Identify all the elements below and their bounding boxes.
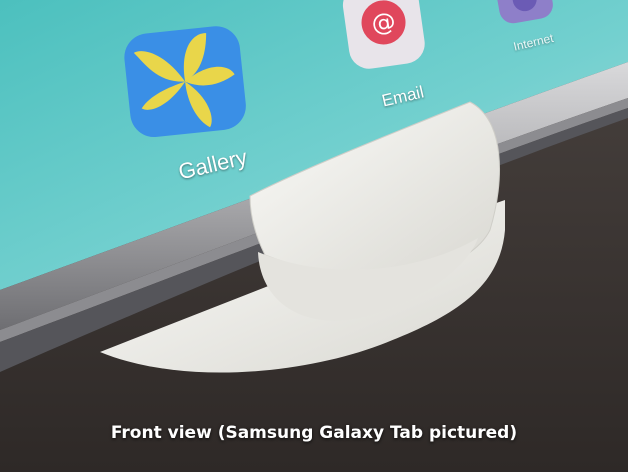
gallery-leaf-icon [124,26,246,138]
photo-illustration: @ [0,0,628,472]
svg-text:@: @ [370,7,398,38]
photo-caption: Front view (Samsung Galaxy Tab pictured) [110,423,518,443]
photo-scene: @ Gallery Email Internet Front view (Sam… [0,0,628,472]
email-at-icon: @ [342,0,425,69]
